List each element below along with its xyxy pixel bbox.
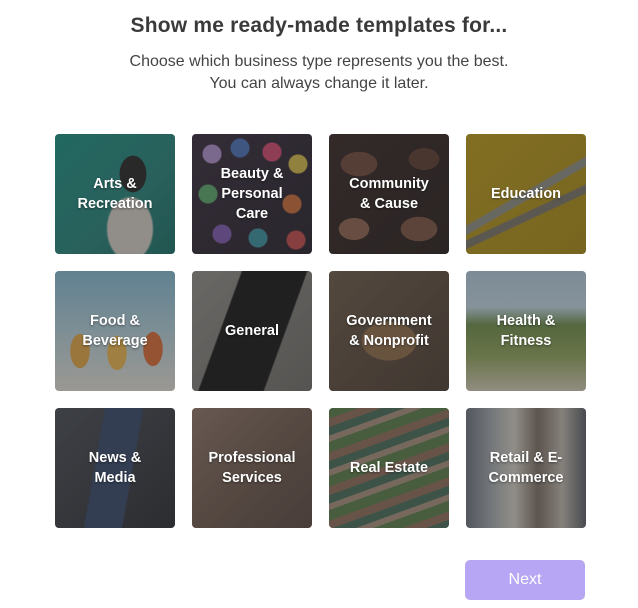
category-label: Education [490, 186, 562, 202]
category-tile-health-fitness[interactable]: Health & Fitness [466, 271, 586, 391]
template-picker-page: Show me ready-made templates for... Choo… [0, 0, 638, 608]
category-tile-government-nonprofit[interactable]: Government & Nonprofit [329, 271, 449, 391]
category-tile-professional-services[interactable]: Professional Services [192, 408, 312, 528]
category-label: Government & Nonprofit [346, 313, 432, 349]
category-label: Retail & E- Commerce [488, 450, 564, 486]
category-label: Beauty & Personal Care [220, 166, 284, 222]
category-tile-community-cause[interactable]: Community & Cause [329, 134, 449, 254]
category-label: General [225, 323, 279, 339]
page-title: Show me ready-made templates for... [130, 14, 508, 37]
category-label: Community & Cause [349, 176, 429, 212]
category-label: Arts & Recreation [77, 176, 153, 212]
subtitle-line-1: Choose which business type represents yo… [129, 53, 509, 70]
category-tile-arts-recreation[interactable]: Arts & Recreation [55, 134, 175, 254]
page-subtitle: Choose which business type represents yo… [0, 51, 638, 95]
category-tile-education[interactable]: Education [466, 134, 586, 254]
category-label: News & Media [88, 450, 142, 486]
category-tile-food-beverage[interactable]: Food & Beverage [55, 271, 175, 391]
next-button[interactable]: Next [465, 560, 585, 600]
category-tile-general[interactable]: General [192, 271, 312, 391]
category-label: Professional Services [208, 450, 296, 486]
category-label: Real Estate [349, 460, 429, 476]
category-label: Health & Fitness [496, 313, 556, 349]
category-tile-beauty-personal-care[interactable]: Beauty & Personal Care [192, 134, 312, 254]
category-label: Food & Beverage [82, 313, 148, 349]
category-tile-real-estate[interactable]: Real Estate [329, 408, 449, 528]
subtitle-line-2: You can always change it later. [209, 75, 429, 92]
category-grid: Arts & Recreation Beauty & Personal Care… [55, 134, 586, 528]
category-tile-retail-ecommerce[interactable]: Retail & E- Commerce [466, 408, 586, 528]
category-tile-news-media[interactable]: News & Media [55, 408, 175, 528]
